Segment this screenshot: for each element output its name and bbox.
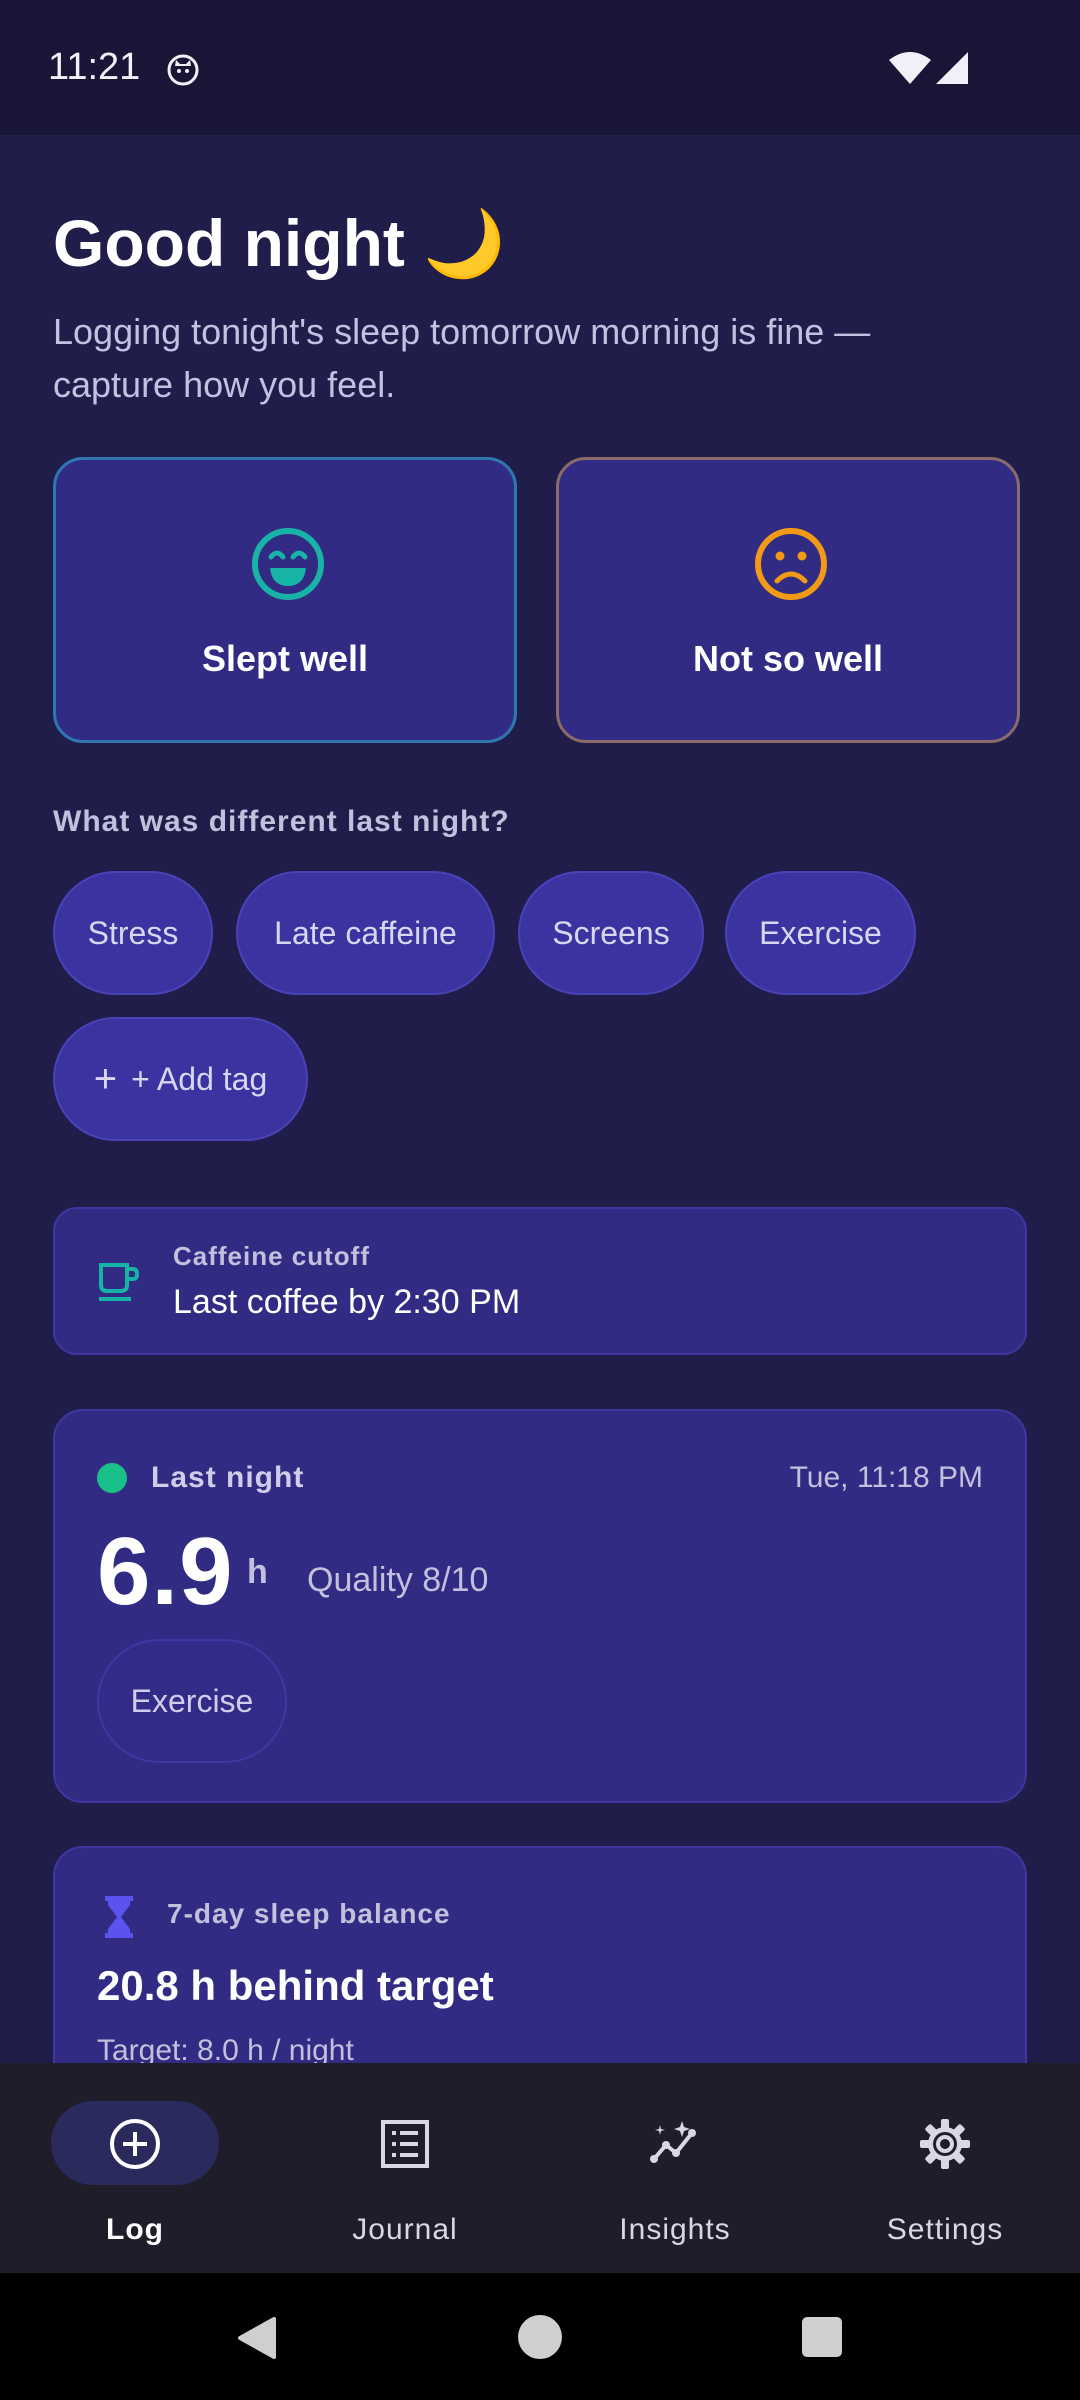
status-dot: [97, 1463, 127, 1493]
sleep-balance-title: 20.8 h behind target: [97, 1962, 494, 2009]
home-icon[interactable]: [518, 2315, 562, 2359]
nav-item-journal[interactable]: Journal: [270, 2063, 540, 2273]
caffeine-cutoff-card[interactable]: Caffeine cutoff Last coffee by 2:30 PM: [53, 1207, 1027, 1355]
coffee-cup-icon: [99, 1263, 140, 1301]
last-night-date: Tue, 11:18 PM: [789, 1461, 983, 1494]
cat-notification-icon: [167, 54, 199, 86]
sleep-balance-card[interactable]: 7-day sleep balance 20.8 h behind target…: [53, 1846, 1027, 2063]
tag-chip-late-caffeine[interactable]: Late caffeine: [236, 871, 495, 995]
list-icon: [381, 2120, 429, 2168]
last-night-tag-chip: Exercise: [97, 1639, 287, 1763]
slept-well-label: Slept well: [201, 638, 369, 679]
last-night-label: Last night: [151, 1461, 305, 1494]
add-tag-label: + Add tag: [131, 1060, 268, 1097]
hourglass-icon: [105, 1896, 133, 1938]
recents-icon[interactable]: [802, 2317, 842, 2357]
back-icon[interactable]: [234, 2315, 280, 2361]
log-content[interactable]: Good night 🌙 Logging tonight's sleep tom…: [0, 135, 1080, 2063]
sleep-quality: Quality 8/10: [307, 1561, 489, 1599]
nav-item-log[interactable]: Log: [0, 2063, 270, 2273]
tags-question: What was different last night?: [53, 805, 510, 838]
tag-chip-screens[interactable]: Screens: [518, 871, 704, 995]
system-navigation-bar: [0, 2273, 1080, 2400]
sleep-hours-unit: h: [247, 1553, 268, 1591]
signal-icon: [936, 52, 968, 84]
insights-icon: [650, 2121, 696, 2163]
status-bar: 11:21: [0, 0, 1080, 135]
not-so-well-label: Not so well: [692, 638, 884, 679]
status-time: 11:21: [48, 46, 141, 88]
gear-icon: [920, 2119, 970, 2169]
plus-icon: +: [93, 1057, 118, 1101]
caffeine-cutoff-label: Caffeine cutoff: [173, 1241, 370, 1271]
sleep-balance-label: 7-day sleep balance: [167, 1898, 451, 1929]
add-circle-icon: [110, 2119, 160, 2169]
nav-label-log: Log: [106, 2213, 164, 2246]
slept-well-button[interactable]: Slept well: [53, 457, 517, 743]
nav-item-insights[interactable]: Insights: [540, 2063, 810, 2273]
nav-label-journal: Journal: [352, 2213, 458, 2246]
caffeine-cutoff-value: Last coffee by 2:30 PM: [173, 1283, 521, 1321]
sleep-balance-target: Target: 8.0 h / night: [97, 2034, 354, 2063]
tag-chip-stress[interactable]: Stress: [53, 871, 213, 995]
sad-face-icon: [755, 528, 827, 600]
bottom-navigation: Log Journal Insights Settings: [0, 2063, 1080, 2273]
page-subtitle: Logging tonight's sleep tomorrow morning…: [53, 311, 871, 405]
nav-label-insights: Insights: [619, 2213, 731, 2246]
nav-label-settings: Settings: [886, 2213, 1004, 2246]
tag-chip-exercise[interactable]: Exercise: [725, 871, 916, 995]
wifi-icon: [889, 52, 931, 84]
last-night-card[interactable]: Last night Tue, 11:18 PM 6.9 h Quality 8…: [53, 1409, 1027, 1803]
happy-face-icon: [252, 528, 324, 600]
not-so-well-button[interactable]: Not so well: [556, 457, 1020, 743]
page-title: Good night 🌙: [53, 206, 506, 280]
add-tag-button[interactable]: + + Add tag: [53, 1017, 308, 1141]
nav-item-settings[interactable]: Settings: [810, 2063, 1080, 2273]
sleep-hours: 6.9: [97, 1518, 234, 1625]
